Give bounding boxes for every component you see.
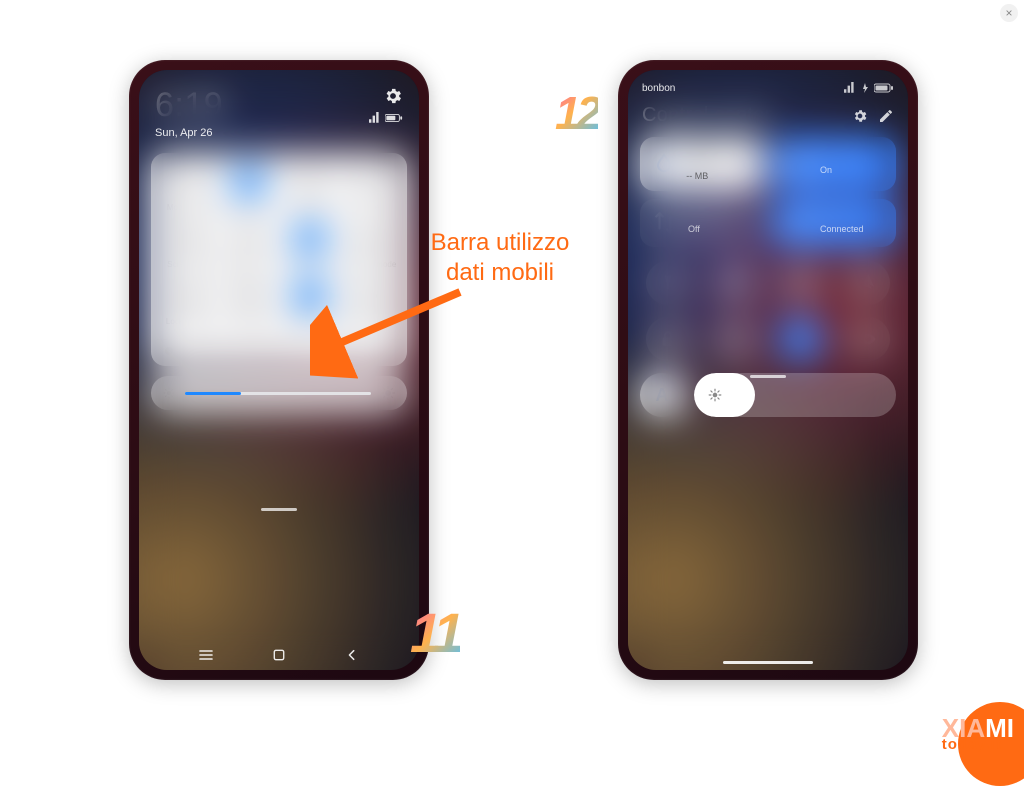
slider-track[interactable] <box>185 392 371 395</box>
phone-frame-miui12: bonbon Control center Unknown data-- MBB… <box>618 60 918 680</box>
status-user-label: bonbon <box>642 83 675 94</box>
card-subtitle: Off <box>688 224 734 234</box>
miui11-badge: 11 <box>410 600 460 665</box>
settings-icon[interactable] <box>852 108 868 124</box>
nav-menu-icon[interactable] <box>199 648 213 662</box>
watermark: XIAMI today.it <box>940 684 1024 768</box>
brightness-slider[interactable] <box>694 373 896 417</box>
screen-miui12: bonbon Control center Unknown data-- MBB… <box>628 70 908 670</box>
cc-drag-handle[interactable] <box>750 375 786 378</box>
close-icon[interactable]: × <box>1000 4 1018 22</box>
annotation-label: Barra utilizzodati mobili <box>390 228 610 288</box>
screen-miui11: 6:19 Sun, Apr 26 Mobile dataXiaom…Flashl… <box>139 70 419 670</box>
nav-home-icon[interactable] <box>272 648 286 662</box>
date-label: Sun, Apr 26 <box>155 127 223 139</box>
status-bar: bonbon <box>628 70 908 100</box>
card-subtitle: On <box>820 165 866 175</box>
settings-icon[interactable] <box>383 86 403 106</box>
nav-back-icon[interactable] <box>345 648 359 662</box>
phone-frame-miui11: 6:19 Sun, Apr 26 Mobile dataXiaom…Flashl… <box>129 60 429 680</box>
edit-icon[interactable] <box>878 108 894 124</box>
card-subtitle: -- MB <box>686 171 752 181</box>
card-subtitle: Connected <box>820 224 871 234</box>
miui12-badge: 12 <box>555 86 598 140</box>
gesture-bar[interactable] <box>723 661 813 664</box>
brightness-icon <box>708 388 722 402</box>
status-icons-right <box>369 112 403 124</box>
status-icons-right <box>844 82 894 94</box>
nav-bar <box>139 648 419 662</box>
shade-drag-handle[interactable] <box>261 508 297 511</box>
